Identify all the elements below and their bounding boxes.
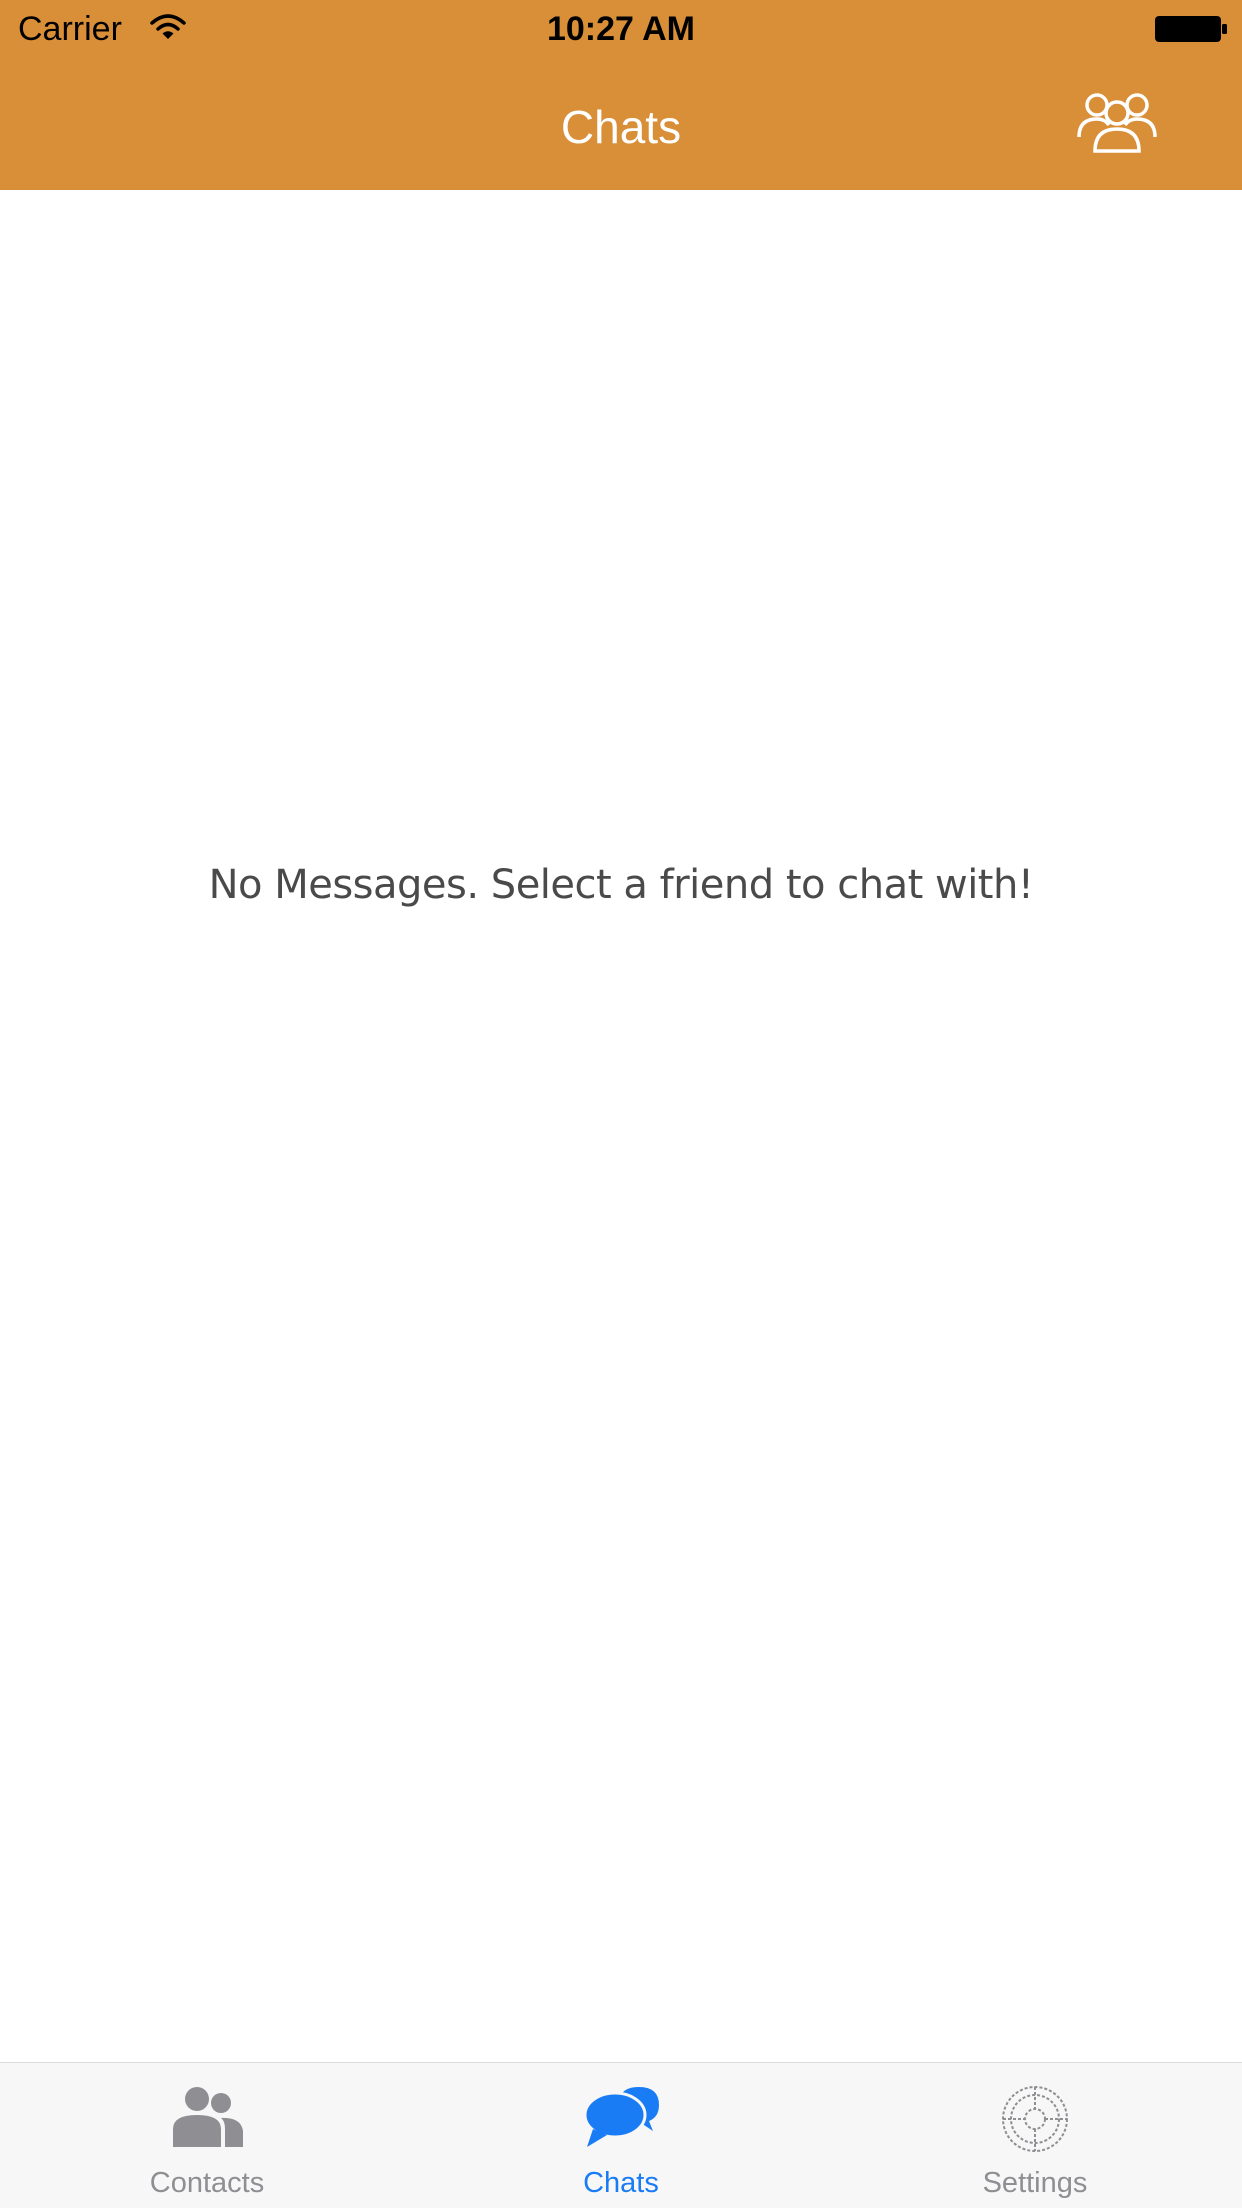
new-group-button[interactable] bbox=[1075, 85, 1159, 155]
tab-label: Settings bbox=[982, 2167, 1088, 2199]
tab-label: Chats bbox=[583, 2167, 659, 2199]
tab-label: Contacts bbox=[149, 2167, 265, 2199]
empty-state-message: No Messages. Select a friend to chat wit… bbox=[208, 862, 1034, 908]
tab-contacts[interactable]: Contacts bbox=[0, 2063, 414, 2208]
battery-icon bbox=[1154, 15, 1228, 43]
contacts-icon bbox=[167, 2083, 247, 2155]
settings-icon bbox=[995, 2083, 1075, 2155]
status-bar: Carrier 10:27 AM bbox=[0, 0, 1242, 60]
page-title: Chats bbox=[560, 101, 682, 153]
status-time: 10:27 AM bbox=[546, 10, 696, 48]
group-icon bbox=[1077, 93, 1157, 153]
chat-list-area: No Messages. Select a friend to chat wit… bbox=[0, 190, 1242, 2062]
chat-bubbles-icon bbox=[581, 2083, 661, 2155]
tab-settings[interactable]: Settings bbox=[828, 2063, 1242, 2208]
tab-bar: Contacts Chats Settings bbox=[0, 2062, 1242, 2208]
top-bar: Carrier 10:27 AM Chats bbox=[0, 0, 1242, 190]
navigation-bar: Chats bbox=[0, 60, 1242, 190]
tab-chats[interactable]: Chats bbox=[414, 2063, 828, 2208]
chats-screen: Carrier 10:27 AM Chats No Messages. Sele… bbox=[0, 0, 1242, 2208]
